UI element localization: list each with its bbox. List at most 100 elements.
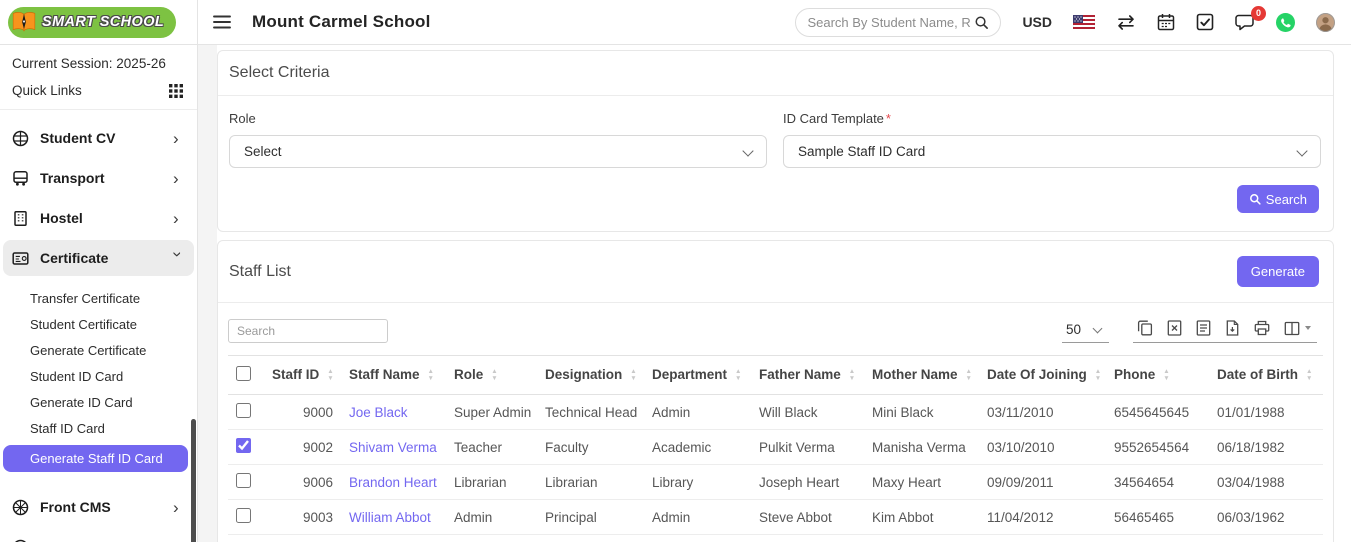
table-header-row: Staff ID Staff Name Role Designation Dep… <box>228 356 1323 395</box>
sort-icon[interactable] <box>966 369 972 383</box>
column-header[interactable]: Father Name <box>759 367 841 382</box>
column-visibility-icon[interactable] <box>1284 321 1300 336</box>
column-header[interactable]: Mother Name <box>872 367 958 382</box>
sort-icon[interactable] <box>491 369 497 383</box>
chevron-down-icon <box>170 252 187 262</box>
date-of-birth-cell: 06/18/1982 <box>1209 430 1323 465</box>
submenu-item-student-certificate[interactable]: Student Certificate <box>0 312 197 338</box>
page-size-select[interactable]: 50 <box>1062 320 1109 343</box>
pdf-export-icon[interactable] <box>1225 320 1240 336</box>
father-name-cell: Joseph Heart <box>751 465 864 500</box>
submenu-item-generate-certificate[interactable]: Generate Certificate <box>0 338 197 364</box>
search-icon[interactable] <box>974 15 989 30</box>
global-search-input[interactable] <box>807 15 974 30</box>
calendar-button[interactable] <box>1157 13 1175 31</box>
search-button-label: Search <box>1266 192 1307 207</box>
column-header[interactable]: Phone <box>1114 367 1155 382</box>
table-search-input[interactable] <box>228 319 388 343</box>
column-header[interactable]: Staff Name <box>349 367 420 382</box>
sort-icon[interactable] <box>428 369 434 383</box>
chevron-down-icon <box>1296 145 1307 156</box>
print-icon[interactable] <box>1254 320 1270 336</box>
chevron-right-icon <box>173 210 183 227</box>
id-card-template-select[interactable]: Sample Staff ID Card <box>783 135 1321 168</box>
row-checkbox[interactable] <box>236 508 251 523</box>
submenu-item-student-id-card[interactable]: Student ID Card <box>0 364 197 390</box>
search-button[interactable]: Search <box>1237 185 1319 213</box>
currency-selector[interactable]: USD <box>1022 14 1052 30</box>
copy-icon[interactable] <box>1137 320 1153 336</box>
logo-area: SMART SCHOOL <box>0 0 198 44</box>
department-cell: Admin <box>644 500 751 535</box>
role-cell: Super Admin <box>446 395 537 430</box>
submenu-item-generate-staff-id-card[interactable]: Generate Staff ID Card <box>3 445 188 472</box>
sidebar-item-student-cv[interactable]: Student CV <box>0 118 197 158</box>
column-header[interactable]: Role <box>454 367 483 382</box>
sidebar-item-hostel[interactable]: Hostel <box>0 198 197 238</box>
required-asterisk: * <box>886 111 891 126</box>
row-checkbox[interactable] <box>236 473 251 488</box>
staff-table: Staff ID Staff Name Role Designation Dep… <box>228 355 1323 542</box>
mother-name-cell: Arya Sharlton <box>864 535 979 542</box>
role-select[interactable]: Select <box>229 135 767 168</box>
column-header[interactable]: Department <box>652 367 727 382</box>
sidebar-item-label: Front CMS <box>40 499 173 515</box>
chevron-right-icon <box>173 130 183 147</box>
row-checkbox[interactable] <box>236 438 251 453</box>
sidebar-item-alumni[interactable]: Alumni <box>0 527 197 542</box>
table-row: 90006 Jason Sharlton Teacher Faculty Aca… <box>228 535 1323 542</box>
sidebar-scrollbar[interactable] <box>191 419 196 542</box>
submenu-item-staff-id-card[interactable]: Staff ID Card <box>0 416 197 442</box>
column-header[interactable]: Staff ID <box>272 367 319 382</box>
template-select-value: Sample Staff ID Card <box>798 144 925 159</box>
sidebar-item-transport[interactable]: Transport <box>0 158 197 198</box>
sort-icon[interactable] <box>1306 369 1312 383</box>
sort-icon[interactable] <box>630 369 636 383</box>
row-checkbox[interactable] <box>236 403 251 418</box>
staff-name-link[interactable]: William Abbot <box>349 510 431 525</box>
sort-icon[interactable] <box>1095 369 1101 383</box>
chevron-right-icon <box>173 170 183 187</box>
generate-button[interactable]: Generate <box>1237 256 1319 287</box>
session-switch-button[interactable] <box>1116 15 1136 30</box>
sidebar-item-front-cms[interactable]: Front CMS <box>0 487 197 527</box>
language-selector[interactable] <box>1073 15 1095 29</box>
staff-name-link[interactable]: Brandon Heart <box>349 475 437 490</box>
sort-icon[interactable] <box>327 369 333 383</box>
tasks-button[interactable] <box>1196 13 1214 31</box>
phone-cell: 9552654564 <box>1106 430 1209 465</box>
staff-name-link[interactable]: Joe Black <box>349 405 408 420</box>
app-logo[interactable]: SMART SCHOOL <box>8 7 176 38</box>
submenu-item-generate-id-card[interactable]: Generate ID Card <box>0 390 197 416</box>
user-menu[interactable] <box>1316 13 1335 32</box>
search-icon <box>1249 193 1261 205</box>
sort-icon[interactable] <box>735 369 741 383</box>
staff-name-link[interactable]: Shivam Verma <box>349 440 437 455</box>
phone-cell: 46546654564 <box>1106 535 1209 542</box>
current-session-label: Current Session: 2025-26 <box>0 45 197 71</box>
sidebar-item-certificate[interactable]: Certificate <box>3 240 194 276</box>
messages-button[interactable]: 0 <box>1235 14 1255 31</box>
staff-id-cell: 9006 <box>264 465 341 500</box>
column-header[interactable]: Date Of Joining <box>987 367 1087 382</box>
table-row: 9006 Brandon Heart Librarian Librarian L… <box>228 465 1323 500</box>
avatar <box>1316 13 1335 32</box>
column-header[interactable]: Designation <box>545 367 622 382</box>
csv-export-icon[interactable] <box>1196 320 1211 336</box>
table-row: 9003 William Abbot Admin Principal Admin… <box>228 500 1323 535</box>
whatsapp-button[interactable] <box>1276 13 1295 32</box>
alumni-person-icon <box>12 539 29 542</box>
designation-cell: Faculty <box>537 430 644 465</box>
submenu-item-transfer-certificate[interactable]: Transfer Certificate <box>0 286 197 312</box>
table-row: 9002 Shivam Verma Teacher Faculty Academ… <box>228 430 1323 465</box>
sort-icon[interactable] <box>1163 369 1169 383</box>
sort-icon[interactable] <box>849 369 855 383</box>
quick-links-grid-icon[interactable] <box>169 84 183 98</box>
date-of-birth-cell: 06/03/1962 <box>1209 500 1323 535</box>
column-header[interactable]: Date of Birth <box>1217 367 1298 382</box>
department-cell: Library <box>644 465 751 500</box>
excel-export-icon[interactable] <box>1167 320 1182 336</box>
select-all-checkbox[interactable] <box>236 366 251 381</box>
hamburger-menu-icon[interactable] <box>212 14 232 30</box>
designation-cell: Principal <box>537 500 644 535</box>
